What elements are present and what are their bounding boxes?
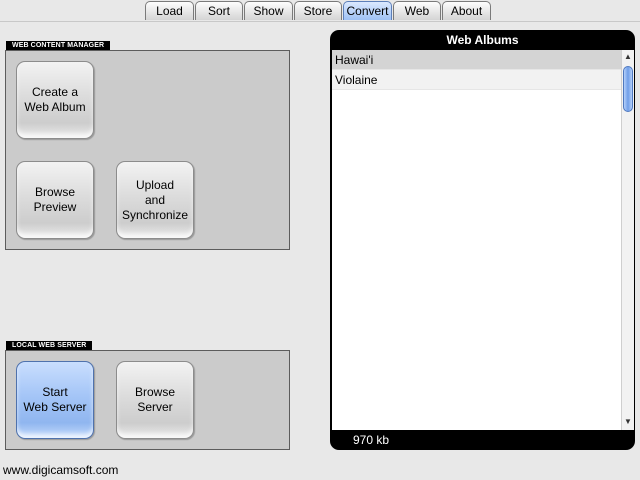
tab-convert[interactable]: Convert [343, 1, 392, 20]
create-web-album-button[interactable]: Create a Web Album [16, 61, 94, 139]
start-web-server-button[interactable]: Start Web Server [16, 361, 94, 439]
scroll-up-icon[interactable]: ▲ [622, 51, 634, 63]
website-link[interactable]: www.digicamsoft.com [3, 463, 118, 477]
web-albums-title: Web Albums [446, 33, 519, 47]
local-web-server-panel: Start Web Server Browse Server [5, 350, 290, 450]
browse-server-button[interactable]: Browse Server [116, 361, 194, 439]
web-albums-scrollbar[interactable]: ▲ ▼ [621, 50, 634, 430]
albums-size-readout: 970 kb [353, 433, 390, 447]
tab-sort[interactable]: Sort [195, 1, 243, 20]
tab-bar: Load Sort Show Store Convert Web About [145, 1, 492, 21]
browse-preview-button[interactable]: Browse Preview [16, 161, 94, 239]
web-content-manager-panel: Create a Web Album Browse Preview Upload… [5, 50, 290, 250]
list-item[interactable]: Violaine [332, 70, 621, 90]
local-web-server-label: LOCAL WEB SERVER [6, 341, 93, 350]
tab-load[interactable]: Load [145, 1, 194, 20]
tab-show[interactable]: Show [244, 1, 293, 20]
upload-synchronize-button[interactable]: Upload and Synchronize [116, 161, 194, 239]
web-content-manager-label: WEB CONTENT MANAGER [6, 41, 111, 50]
web-albums-panel: Web Albums Hawai'i Violaine ▲ ▼ 970 kb [330, 30, 635, 450]
web-albums-list: Hawai'i Violaine [332, 50, 621, 430]
tab-store[interactable]: Store [294, 1, 342, 20]
scroll-down-icon[interactable]: ▼ [622, 416, 634, 428]
list-item[interactable]: Hawai'i [332, 50, 621, 70]
tab-about[interactable]: About [442, 1, 491, 20]
tab-bar-divider [0, 21, 640, 22]
scroll-thumb[interactable] [623, 66, 633, 112]
tab-web[interactable]: Web [393, 1, 441, 20]
